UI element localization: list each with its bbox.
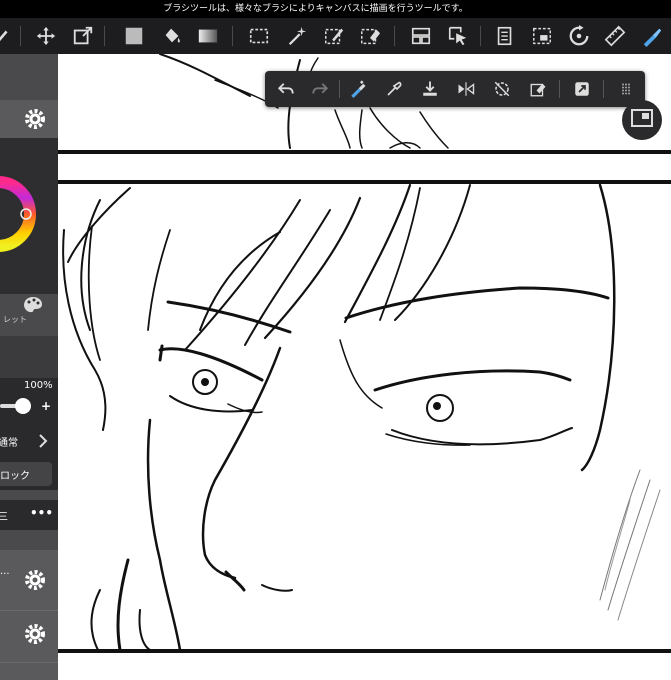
opacity-value: 100% <box>24 380 53 391</box>
palette-label: レット <box>3 315 27 324</box>
lock-label: ロック <box>0 471 30 482</box>
layout-icon[interactable] <box>407 22 435 50</box>
gear-icon[interactable] <box>23 107 47 135</box>
download-icon[interactable] <box>417 76 443 102</box>
fill-color-icon[interactable] <box>120 22 148 50</box>
more-options-button[interactable]: ••• <box>30 506 53 520</box>
layer-list: ... <box>0 550 58 680</box>
flip-icon[interactable] <box>453 76 479 102</box>
clear-icon[interactable] <box>525 76 551 102</box>
transform-icon[interactable] <box>69 22 97 50</box>
blend-mode-label: 通常 <box>0 438 18 449</box>
brush-settings-header <box>0 100 58 138</box>
toolbar-divider <box>104 26 105 46</box>
lock-row: ロック <box>0 458 58 490</box>
top-toolbar <box>0 18 671 54</box>
toolbar-divider <box>559 80 560 98</box>
blend-mode-row[interactable]: 通常 <box>0 426 58 456</box>
layer-panel-spacer <box>0 336 58 378</box>
pen-swap-icon[interactable] <box>345 76 371 102</box>
gear-icon[interactable] <box>23 568 47 596</box>
bucket-icon[interactable] <box>158 22 186 50</box>
undo-icon[interactable] <box>273 76 299 102</box>
drawing-canvas[interactable] <box>58 54 671 680</box>
quick-access-bar <box>265 71 645 107</box>
status-bar: ブラシツールは、様々なブラシによりキャンバスに描画を行うツールです。 <box>0 0 671 18</box>
select-eraser-icon[interactable] <box>356 22 384 50</box>
navigator-icon <box>631 109 653 131</box>
toolbar-divider <box>480 26 481 46</box>
layer-actions-row: 三 ••• <box>0 500 58 530</box>
manga-line-art <box>58 54 671 653</box>
layer-name-dots: ... <box>0 566 10 577</box>
layer-divider <box>0 610 58 611</box>
select-pen-icon[interactable] <box>320 22 348 50</box>
toolbar-divider <box>603 80 604 98</box>
layer-divider <box>0 662 58 663</box>
pages-icon[interactable] <box>491 22 519 50</box>
rotate-canvas-icon[interactable] <box>565 22 593 50</box>
toolbar-divider <box>232 26 233 46</box>
lock-button[interactable]: ロック <box>0 462 52 486</box>
gear-icon[interactable] <box>23 622 47 650</box>
left-sidebar: レット 100% + 通常 ロック 三 ••• ... <box>0 54 58 680</box>
toolbar-divider <box>20 26 21 46</box>
frame-select-icon[interactable] <box>528 22 556 50</box>
brush-icon[interactable] <box>0 22 16 50</box>
toolbar-divider <box>394 26 395 46</box>
color-wheel[interactable] <box>0 138 58 294</box>
status-message: ブラシツールは、様々なブラシによりキャンバスに描画を行うツールです。 <box>163 4 468 14</box>
color-wheel-panel: レット <box>0 138 58 324</box>
select-rect-icon[interactable] <box>245 22 273 50</box>
layer-list-button[interactable]: 三 <box>0 508 8 523</box>
navigator-button[interactable] <box>622 100 662 140</box>
ruler-icon[interactable] <box>601 22 629 50</box>
grip-icon[interactable] <box>613 76 639 102</box>
eyedropper-icon[interactable] <box>381 76 407 102</box>
gradient-icon[interactable] <box>194 22 222 50</box>
rotate-reset-icon[interactable] <box>489 76 515 102</box>
select-layer-icon[interactable] <box>444 22 472 50</box>
opacity-slider-thumb[interactable] <box>15 398 31 414</box>
magic-wand-icon[interactable] <box>283 22 311 50</box>
snap-icon[interactable] <box>638 22 666 50</box>
move-icon[interactable] <box>32 22 60 50</box>
chevron-right-icon <box>38 433 48 452</box>
opacity-plus-button[interactable]: + <box>41 399 51 413</box>
share-icon[interactable] <box>569 76 595 102</box>
redo-icon[interactable] <box>307 76 333 102</box>
toolbar-divider <box>339 80 340 98</box>
